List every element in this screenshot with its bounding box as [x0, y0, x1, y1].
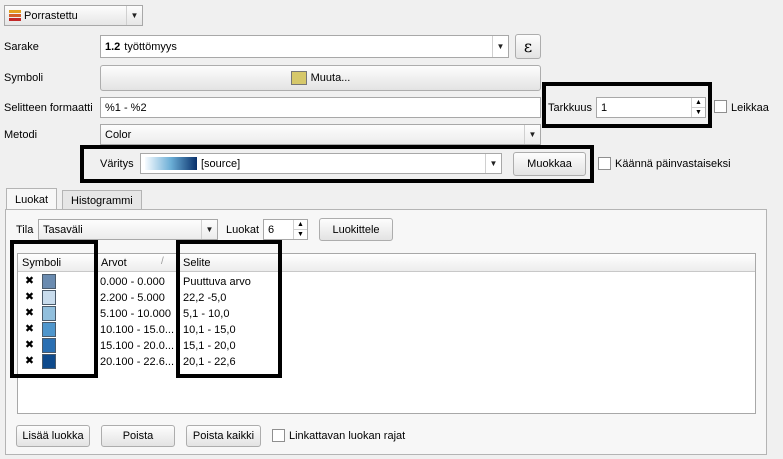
table-row[interactable]: ✖ 2.200 - 5.000 22,2 -5,0: [18, 290, 755, 306]
class-legend[interactable]: 5,1 - 10,0: [183, 306, 383, 322]
class-legend[interactable]: 10,1 - 15,0: [183, 322, 383, 338]
check-icon[interactable]: ✖: [24, 292, 35, 303]
chevron-down-icon[interactable]: ▼: [126, 6, 142, 25]
tab-classes-label: Luokat: [15, 193, 49, 206]
class-swatch[interactable]: [42, 274, 56, 289]
class-swatch[interactable]: [42, 306, 56, 321]
check-icon[interactable]: ✖: [24, 276, 35, 287]
class-values[interactable]: 20.100 - 22.6...: [100, 354, 178, 370]
header-legend[interactable]: Selite: [179, 254, 755, 272]
trim-checkbox[interactable]: [714, 100, 727, 113]
edit-ramp-label: Muokkaa: [527, 158, 572, 170]
invert-label: Käännä päinvastaiseksi: [615, 158, 731, 170]
legend-format-label: Selitteen formaatti: [4, 102, 93, 114]
class-swatch[interactable]: [42, 354, 56, 369]
tab-histogram-label: Histogrammi: [71, 194, 133, 207]
delete-all-label: Poista kaikki: [192, 430, 255, 442]
legend-format-value: %1 - %2: [105, 101, 147, 114]
class-values[interactable]: 5.100 - 10.000: [100, 306, 178, 322]
spin-arrows-icon[interactable]: ▲ ▼: [691, 98, 705, 117]
add-class-label: Lisää luokka: [22, 430, 84, 442]
graduated-renderer-icon: [9, 9, 21, 22]
method-label: Metodi: [4, 129, 38, 141]
class-values[interactable]: 15.100 - 20.0...: [100, 338, 178, 354]
column-type-badge: 1.2: [105, 40, 121, 53]
check-icon[interactable]: ✖: [24, 356, 35, 367]
mode-label: Tila: [16, 224, 34, 236]
change-symbol-label: Muuta...: [310, 72, 351, 84]
renderer-value: Porrastettu: [24, 9, 78, 22]
class-legend[interactable]: 20,1 - 22,6: [183, 354, 383, 370]
classes-label: Luokat: [226, 224, 260, 236]
symbol-swatch: [290, 71, 307, 85]
chevron-down-icon[interactable]: ▼: [492, 36, 508, 57]
method-value: Color: [105, 128, 132, 141]
delete-all-button[interactable]: Poista kaikki: [186, 425, 261, 447]
precision-value: 1: [601, 101, 608, 114]
header-values[interactable]: Arvot: [97, 254, 179, 272]
table-header: Symboli Arvot / Selite: [18, 254, 755, 272]
tab-histogram[interactable]: Histogrammi: [62, 190, 142, 210]
classify-label: Luokittele: [332, 223, 380, 236]
column-combo[interactable]: 1.2 työttömyys ▼: [100, 35, 509, 58]
chevron-down-icon[interactable]: ▼: [524, 125, 540, 144]
trim-label: Leikkaa: [731, 102, 769, 114]
method-combo[interactable]: Color ▼: [100, 124, 541, 145]
check-icon[interactable]: ✖: [24, 340, 35, 351]
class-values[interactable]: 10.100 - 15.0...: [100, 322, 178, 338]
expression-button[interactable]: ε: [515, 34, 541, 59]
renderer-combo[interactable]: Porrastettu ▼: [4, 5, 143, 26]
epsilon-icon: ε: [523, 37, 533, 56]
mode-value: Tasaväli: [43, 223, 83, 236]
class-swatch[interactable]: [42, 338, 56, 353]
check-icon[interactable]: ✖: [24, 308, 35, 319]
color-ramp-preview: [145, 157, 197, 170]
delete-class-button[interactable]: Poista: [101, 425, 175, 447]
header-symbol[interactable]: Symboli: [18, 254, 97, 272]
spin-arrows-icon[interactable]: ▲ ▼: [293, 220, 307, 239]
class-legend[interactable]: 22,2 -5,0: [183, 290, 383, 306]
table-row[interactable]: ✖ 20.100 - 22.6... 20,1 - 22,6: [18, 354, 755, 370]
column-label: Sarake: [4, 41, 39, 53]
invert-checkbox[interactable]: [598, 157, 611, 170]
chevron-down-icon[interactable]: ▼: [485, 154, 501, 173]
table-row[interactable]: ✖ 5.100 - 10.000 5,1 - 10,0: [18, 306, 755, 322]
class-values[interactable]: 0.000 - 0.000: [100, 274, 178, 290]
link-boundaries-label: Linkattavan luokan rajat: [289, 430, 406, 442]
tab-classes[interactable]: Luokat: [6, 188, 58, 210]
classes-value: 6: [268, 223, 275, 236]
color-ramp-label: Väritys: [100, 158, 134, 170]
sort-indicator-icon: /: [161, 256, 164, 267]
color-ramp-combo[interactable]: [source] ▼: [140, 153, 502, 174]
classes-table[interactable]: Symboli Arvot / Selite ✖ 0.000 - 0.000 Puu…: [17, 253, 756, 414]
legend-format-input[interactable]: %1 - %2: [100, 97, 541, 118]
change-symbol-button[interactable]: Muuta...: [100, 65, 541, 91]
precision-label: Tarkkuus: [548, 102, 593, 114]
class-swatch[interactable]: [42, 290, 56, 305]
check-icon[interactable]: ✖: [24, 324, 35, 335]
add-class-button[interactable]: Lisää luokka: [16, 425, 90, 447]
column-value: työttömyys: [124, 40, 177, 53]
class-values[interactable]: 2.200 - 5.000: [100, 290, 178, 306]
link-boundaries-checkbox[interactable]: [272, 429, 285, 442]
class-legend[interactable]: Puuttuva arvo: [183, 274, 383, 290]
mode-combo[interactable]: Tasaväli ▼: [38, 219, 218, 240]
class-legend[interactable]: 15,1 - 20,0: [183, 338, 383, 354]
chevron-down-icon[interactable]: ▼: [201, 220, 217, 239]
class-swatch[interactable]: [42, 322, 56, 337]
table-row[interactable]: ✖ 10.100 - 15.0... 10,1 - 15,0: [18, 322, 755, 338]
table-row[interactable]: ✖ 0.000 - 0.000 Puuttuva arvo: [18, 274, 755, 290]
classify-button[interactable]: Luokittele: [319, 218, 393, 241]
delete-class-label: Poista: [122, 430, 154, 442]
edit-ramp-button[interactable]: Muokkaa: [513, 152, 586, 176]
precision-spinbox[interactable]: 1 ▲ ▼: [596, 97, 706, 118]
classes-spinbox[interactable]: 6 ▲ ▼: [263, 219, 308, 240]
symbol-label: Symboli: [4, 72, 44, 84]
table-row[interactable]: ✖ 15.100 - 20.0... 15,1 - 20,0: [18, 338, 755, 354]
color-ramp-value: [source]: [201, 157, 241, 170]
